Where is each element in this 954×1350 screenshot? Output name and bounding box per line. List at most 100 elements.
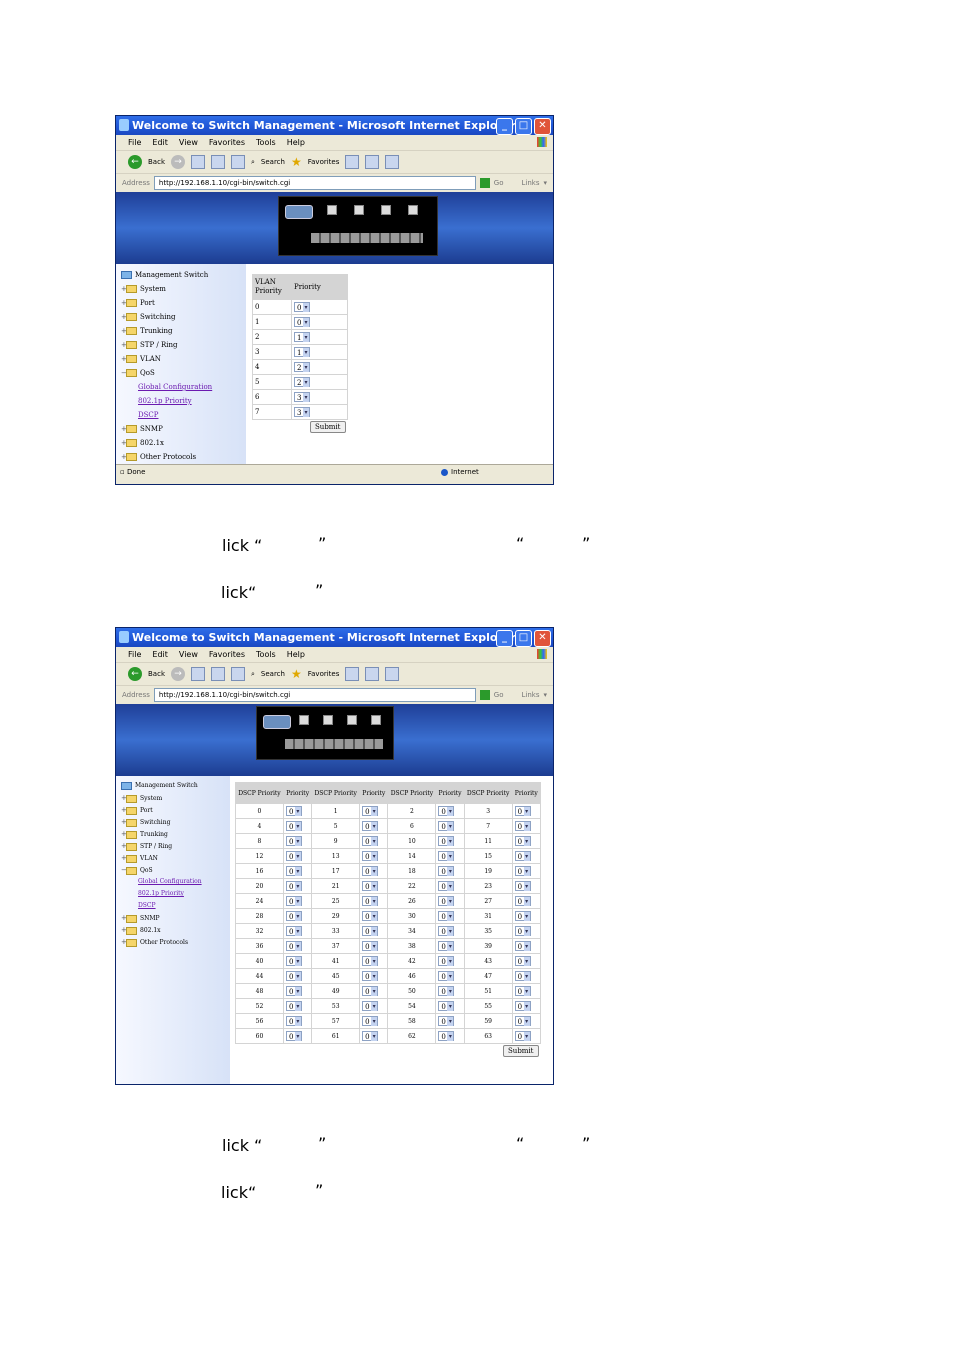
back-button[interactable]: Back bbox=[148, 670, 165, 678]
priority-select[interactable]: 0 bbox=[514, 926, 531, 936]
priority-select[interactable]: 0 bbox=[438, 851, 455, 861]
back-button[interactable]: Back bbox=[148, 158, 165, 166]
menu-file[interactable]: File bbox=[128, 647, 141, 662]
priority-select[interactable]: 0 bbox=[362, 956, 379, 966]
tree-root[interactable]: Management Switch bbox=[116, 780, 230, 792]
tree-item-switching[interactable]: + Switching bbox=[116, 816, 230, 828]
priority-select[interactable]: 0 bbox=[438, 866, 455, 876]
priority-select[interactable]: 0 bbox=[438, 941, 455, 951]
menu-help[interactable]: Help bbox=[287, 135, 305, 150]
refresh-icon[interactable] bbox=[211, 667, 225, 681]
priority-select[interactable]: 0 bbox=[514, 941, 531, 951]
close-icon[interactable]: ✕ bbox=[534, 630, 551, 647]
priority-select[interactable]: 0 bbox=[514, 1016, 531, 1026]
priority-select[interactable]: 0 bbox=[285, 896, 302, 906]
priority-select[interactable]: 0 bbox=[438, 1031, 455, 1041]
menu-file[interactable]: File bbox=[128, 135, 141, 150]
priority-select[interactable]: 0 bbox=[285, 1001, 302, 1011]
mail-icon[interactable] bbox=[365, 667, 380, 681]
menu-tools[interactable]: Tools bbox=[256, 647, 276, 662]
priority-select[interactable]: 0 bbox=[285, 941, 302, 951]
priority-select[interactable]: 0 bbox=[285, 956, 302, 966]
priority-select[interactable]: 0 bbox=[514, 881, 531, 891]
stop-icon[interactable] bbox=[191, 155, 205, 169]
menu-view[interactable]: View bbox=[179, 135, 198, 150]
priority-select[interactable]: 0 bbox=[294, 317, 310, 327]
history-icon[interactable] bbox=[345, 155, 360, 169]
tree-item-trunking[interactable]: + Trunking bbox=[116, 828, 230, 840]
priority-select[interactable]: 0 bbox=[514, 986, 531, 996]
menu-help[interactable]: Help bbox=[287, 647, 305, 662]
tree-item-trunking[interactable]: + Trunking bbox=[116, 324, 246, 338]
history-icon[interactable] bbox=[345, 667, 360, 681]
priority-select[interactable]: 0 bbox=[514, 896, 531, 906]
search-icon[interactable]: ⌕ bbox=[251, 158, 255, 167]
tree-item-8021x[interactable]: +802.1x bbox=[116, 924, 230, 936]
tree-link-dscp[interactable]: DSCP bbox=[116, 900, 230, 912]
tree-link-dscp[interactable]: DSCP bbox=[116, 408, 246, 422]
priority-select[interactable]: 0 bbox=[362, 806, 379, 816]
minimize-icon[interactable]: _ bbox=[496, 118, 513, 135]
priority-select[interactable]: 0 bbox=[438, 1016, 455, 1026]
priority-select[interactable]: 0 bbox=[285, 881, 302, 891]
priority-select[interactable]: 0 bbox=[438, 836, 455, 846]
tree-item-system[interactable]: + System bbox=[116, 282, 246, 296]
tree-link-8021p-priority[interactable]: 802.1p Priority bbox=[116, 888, 230, 900]
priority-select[interactable]: 0 bbox=[438, 986, 455, 996]
priority-select[interactable]: 0 bbox=[514, 971, 531, 981]
priority-select[interactable]: 0 bbox=[362, 1001, 379, 1011]
links-button[interactable]: Links bbox=[522, 691, 540, 699]
tree-item-snmp[interactable]: + SNMP bbox=[116, 912, 230, 924]
close-icon[interactable]: ✕ bbox=[534, 118, 551, 135]
go-arrow-icon[interactable] bbox=[479, 690, 490, 700]
extension-icon[interactable]: ▾ bbox=[543, 691, 547, 699]
tree-item-stp-ring[interactable]: + STP / Ring bbox=[116, 338, 246, 352]
priority-select[interactable]: 0 bbox=[438, 806, 455, 816]
favorites-button[interactable]: Favorites bbox=[308, 158, 340, 166]
tree-item-8021x[interactable]: +802.1x bbox=[116, 436, 246, 450]
menu-view[interactable]: View bbox=[179, 647, 198, 662]
priority-select[interactable]: 0 bbox=[438, 1001, 455, 1011]
priority-select[interactable]: 0 bbox=[362, 986, 379, 996]
priority-select[interactable]: 0 bbox=[514, 821, 531, 831]
priority-select[interactable]: 0 bbox=[285, 866, 302, 876]
priority-select[interactable]: 0 bbox=[438, 911, 455, 921]
tree-root[interactable]: Management Switch bbox=[116, 268, 246, 282]
priority-select[interactable]: 0 bbox=[438, 956, 455, 966]
priority-select[interactable]: 0 bbox=[362, 881, 379, 891]
priority-select[interactable]: 0 bbox=[514, 911, 531, 921]
forward-arrow-icon[interactable]: → bbox=[171, 667, 185, 681]
mail-icon[interactable] bbox=[365, 155, 380, 169]
menu-edit[interactable]: Edit bbox=[152, 135, 168, 150]
go-button[interactable]: Go bbox=[494, 179, 504, 187]
priority-select[interactable]: 0 bbox=[438, 896, 455, 906]
priority-select[interactable]: 0 bbox=[362, 896, 379, 906]
priority-select[interactable]: 0 bbox=[362, 911, 379, 921]
priority-select[interactable]: 0 bbox=[362, 851, 379, 861]
refresh-icon[interactable] bbox=[211, 155, 225, 169]
priority-select[interactable]: 0 bbox=[438, 971, 455, 981]
search-button[interactable]: Search bbox=[261, 670, 285, 678]
submit-button[interactable]: Submit bbox=[503, 1045, 539, 1057]
priority-select[interactable]: 0 bbox=[514, 1031, 531, 1041]
print-icon[interactable] bbox=[385, 155, 400, 169]
search-icon[interactable]: ⌕ bbox=[251, 670, 255, 679]
tree-item-vlan[interactable]: + VLAN bbox=[116, 352, 246, 366]
menu-edit[interactable]: Edit bbox=[152, 647, 168, 662]
priority-select[interactable]: 0 bbox=[285, 926, 302, 936]
home-icon[interactable] bbox=[231, 155, 245, 169]
tree-link-global-config[interactable]: Global Configuration bbox=[116, 876, 230, 888]
forward-arrow-icon[interactable]: → bbox=[171, 155, 185, 169]
priority-select[interactable]: 0 bbox=[438, 821, 455, 831]
priority-select[interactable]: 1 bbox=[294, 347, 310, 357]
priority-select[interactable]: 0 bbox=[285, 806, 302, 816]
minimize-icon[interactable]: _ bbox=[496, 630, 513, 647]
priority-select[interactable]: 0 bbox=[362, 941, 379, 951]
priority-select[interactable]: 0 bbox=[438, 881, 455, 891]
priority-select[interactable]: 2 bbox=[294, 362, 310, 372]
priority-select[interactable]: 0 bbox=[285, 1031, 302, 1041]
priority-select[interactable]: 0 bbox=[362, 1016, 379, 1026]
home-icon[interactable] bbox=[231, 667, 245, 681]
priority-select[interactable]: 0 bbox=[362, 866, 379, 876]
tree-link-global-config[interactable]: Global Configuration bbox=[116, 380, 246, 394]
